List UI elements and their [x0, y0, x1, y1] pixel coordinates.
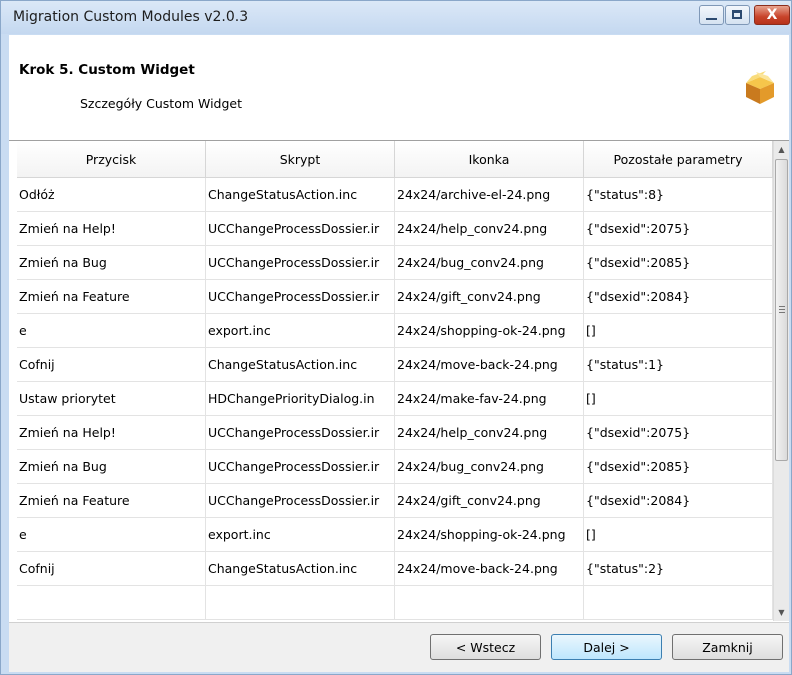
- table-header: Przycisk Skrypt Ikonka Pozostałe paramet…: [9, 141, 773, 178]
- scroll-up-button[interactable]: ▲: [774, 141, 789, 158]
- cell-skrypt[interactable]: UCChangeProcessDossier.ir: [206, 416, 395, 450]
- cell-ikonka[interactable]: 24x24/bug_conv24.png: [395, 246, 584, 280]
- close-button[interactable]: Zamknij: [672, 634, 783, 660]
- table-row[interactable]: e export.inc 24x24/shopping-ok-24.png []: [9, 314, 773, 348]
- maximize-icon: [732, 10, 742, 19]
- cell-ikonka[interactable]: [395, 586, 584, 620]
- title-bar[interactable]: Migration Custom Modules v2.0.3 X: [1, 1, 791, 34]
- table-row[interactable]: e export.inc 24x24/shopping-ok-24.png []: [9, 518, 773, 552]
- table-row[interactable]: Cofnij ChangeStatusAction.inc 24x24/move…: [9, 552, 773, 586]
- cell-parametry[interactable]: {"dsexid":2075}: [584, 212, 773, 246]
- cell-ikonka[interactable]: 24x24/archive-el-24.png: [395, 178, 584, 212]
- step-title: Krok 5. Custom Widget: [19, 62, 195, 78]
- cell-przycisk[interactable]: Cofnij: [17, 348, 206, 382]
- vertical-scrollbar[interactable]: ▲ ▼: [773, 141, 789, 621]
- cell-parametry[interactable]: []: [584, 314, 773, 348]
- cell-przycisk[interactable]: Zmień na Bug: [17, 450, 206, 484]
- cell-ikonka[interactable]: 24x24/bug_conv24.png: [395, 450, 584, 484]
- column-header-przycisk[interactable]: Przycisk: [17, 141, 206, 178]
- cell-skrypt[interactable]: ChangeStatusAction.inc: [206, 348, 395, 382]
- scroll-down-button[interactable]: ▼: [774, 604, 789, 621]
- cell-parametry[interactable]: {"status":8}: [584, 178, 773, 212]
- cell-skrypt[interactable]: UCChangeProcessDossier.ir: [206, 450, 395, 484]
- next-button[interactable]: Dalej >: [551, 634, 662, 660]
- table-row[interactable]: Zmień na Help! UCChangeProcessDossier.ir…: [9, 416, 773, 450]
- cell-przycisk[interactable]: e: [17, 314, 206, 348]
- cell-ikonka[interactable]: 24x24/help_conv24.png: [395, 212, 584, 246]
- cell-skrypt[interactable]: UCChangeProcessDossier.ir: [206, 280, 395, 314]
- cell-przycisk[interactable]: Zmień na Feature: [17, 280, 206, 314]
- cell-ikonka[interactable]: 24x24/shopping-ok-24.png: [395, 518, 584, 552]
- cell-skrypt[interactable]: UCChangeProcessDossier.ir: [206, 212, 395, 246]
- cell-ikonka[interactable]: 24x24/move-back-24.png: [395, 552, 584, 586]
- cell-skrypt[interactable]: ChangeStatusAction.inc: [206, 552, 395, 586]
- table-row[interactable]: Zmień na Feature UCChangeProcessDossier.…: [9, 484, 773, 518]
- maximize-button[interactable]: [725, 5, 750, 25]
- cell-ikonka[interactable]: 24x24/help_conv24.png: [395, 416, 584, 450]
- wizard-footer: < Wstecz Dalej > Zamknij: [9, 622, 789, 672]
- cell-skrypt[interactable]: HDChangePriorityDialog.in: [206, 382, 395, 416]
- cell-skrypt[interactable]: export.inc: [206, 518, 395, 552]
- cell-skrypt[interactable]: ChangeStatusAction.inc: [206, 178, 395, 212]
- step-subtitle: Szczegóły Custom Widget: [80, 96, 243, 111]
- cell-przycisk[interactable]: Zmień na Feature: [17, 484, 206, 518]
- cell-parametry[interactable]: []: [584, 382, 773, 416]
- scroll-thumb[interactable]: [775, 159, 788, 461]
- table-row[interactable]: Odłóż ChangeStatusAction.inc 24x24/archi…: [9, 178, 773, 212]
- column-header-skrypt[interactable]: Skrypt: [206, 141, 395, 178]
- cell-parametry[interactable]: {"dsexid":2084}: [584, 280, 773, 314]
- cell-parametry[interactable]: {"status":1}: [584, 348, 773, 382]
- cell-przycisk[interactable]: Zmień na Help!: [17, 416, 206, 450]
- widgets-table: Przycisk Skrypt Ikonka Pozostałe paramet…: [9, 141, 789, 621]
- cell-przycisk[interactable]: Cofnij: [17, 552, 206, 586]
- cell-parametry[interactable]: {"dsexid":2084}: [584, 484, 773, 518]
- wizard-header: Krok 5. Custom Widget Szczegóły Custom W…: [9, 35, 789, 141]
- cell-skrypt[interactable]: [206, 586, 395, 620]
- cell-skrypt[interactable]: UCChangeProcessDossier.ir: [206, 484, 395, 518]
- minimize-button[interactable]: [699, 5, 724, 25]
- cell-skrypt[interactable]: export.inc: [206, 314, 395, 348]
- table-row[interactable]: Zmień na Feature UCChangeProcessDossier.…: [9, 280, 773, 314]
- column-header-ikonka[interactable]: Ikonka: [395, 141, 584, 178]
- cell-parametry[interactable]: []: [584, 518, 773, 552]
- column-header-parametry[interactable]: Pozostałe parametry: [584, 141, 773, 178]
- table-row[interactable]: Ustaw priorytet HDChangePriorityDialog.i…: [9, 382, 773, 416]
- back-button[interactable]: < Wstecz: [430, 634, 541, 660]
- cell-parametry[interactable]: {"dsexid":2085}: [584, 450, 773, 484]
- cell-parametry[interactable]: [584, 586, 773, 620]
- grip-line: [779, 309, 785, 310]
- cell-przycisk[interactable]: Ustaw priorytet: [17, 382, 206, 416]
- cell-ikonka[interactable]: 24x24/make-fav-24.png: [395, 382, 584, 416]
- table-row[interactable]: Cofnij ChangeStatusAction.inc 24x24/move…: [9, 348, 773, 382]
- box-icon: [746, 71, 774, 104]
- cell-ikonka[interactable]: 24x24/move-back-24.png: [395, 348, 584, 382]
- cell-przycisk[interactable]: e: [17, 518, 206, 552]
- cell-przycisk[interactable]: Zmień na Bug: [17, 246, 206, 280]
- wizard-window: Migration Custom Modules v2.0.3 X Krok 5…: [0, 0, 792, 675]
- table-row[interactable]: Zmień na Bug UCChangeProcessDossier.ir 2…: [9, 246, 773, 280]
- cell-parametry[interactable]: {"dsexid":2085}: [584, 246, 773, 280]
- wizard-content: Krok 5. Custom Widget Szczegóły Custom W…: [9, 35, 789, 672]
- grip-line: [779, 312, 785, 313]
- cell-parametry[interactable]: {"status":2}: [584, 552, 773, 586]
- cell-skrypt[interactable]: UCChangeProcessDossier.ir: [206, 246, 395, 280]
- close-window-button[interactable]: X: [754, 5, 790, 25]
- window-title: Migration Custom Modules v2.0.3: [13, 9, 249, 25]
- cell-ikonka[interactable]: 24x24/shopping-ok-24.png: [395, 314, 584, 348]
- table-row-empty[interactable]: [9, 586, 773, 620]
- cell-przycisk[interactable]: Odłóż: [17, 178, 206, 212]
- close-icon: X: [766, 7, 778, 23]
- cell-parametry[interactable]: {"dsexid":2075}: [584, 416, 773, 450]
- table-row[interactable]: Zmień na Help! UCChangeProcessDossier.ir…: [9, 212, 773, 246]
- table-row[interactable]: Zmień na Bug UCChangeProcessDossier.ir 2…: [9, 450, 773, 484]
- grip-line: [779, 306, 785, 307]
- cell-ikonka[interactable]: 24x24/gift_conv24.png: [395, 484, 584, 518]
- cell-ikonka[interactable]: 24x24/gift_conv24.png: [395, 280, 584, 314]
- minimize-icon: [706, 18, 717, 20]
- cell-przycisk[interactable]: [17, 586, 206, 620]
- cell-przycisk[interactable]: Zmień na Help!: [17, 212, 206, 246]
